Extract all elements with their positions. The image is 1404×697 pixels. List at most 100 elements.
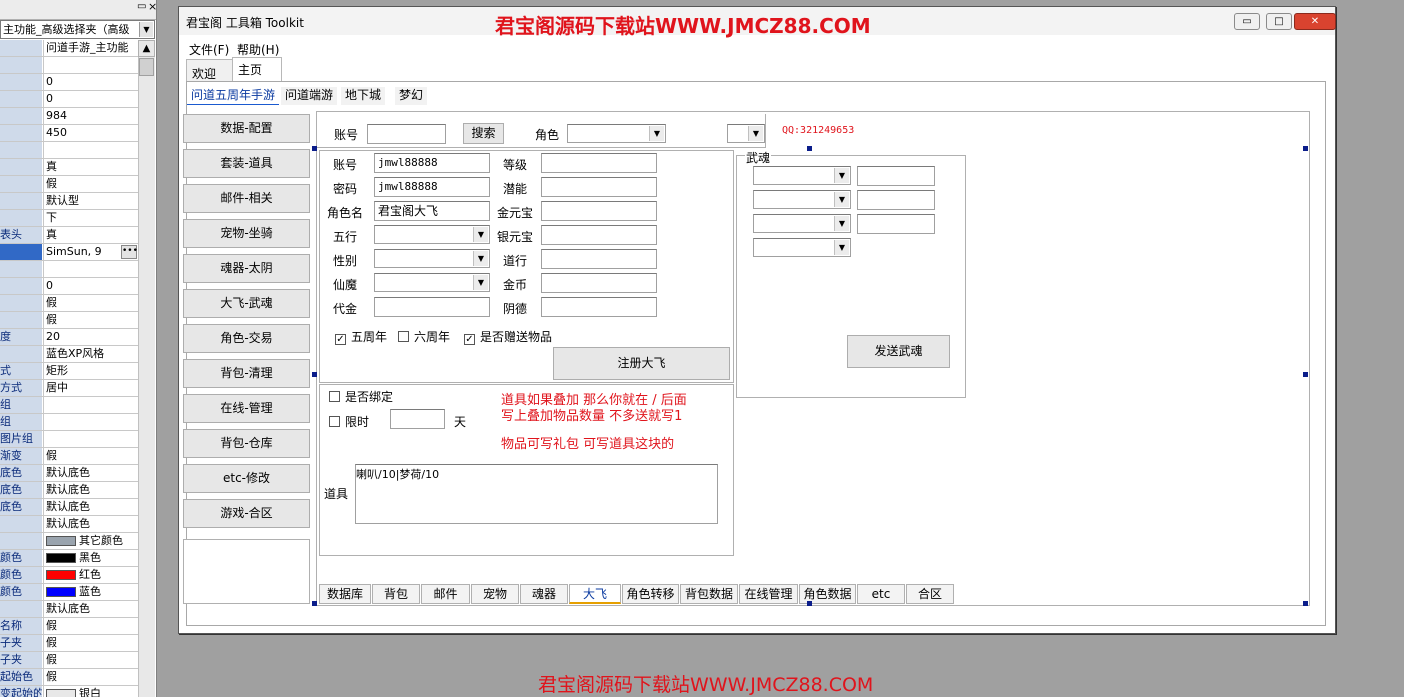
property-value[interactable]: 银白 [43,686,138,697]
property-row[interactable]: 图片组 [0,431,138,448]
register-button[interactable]: 注册大飞 [553,347,730,380]
minimize-button[interactable]: ▭ [1234,13,1260,30]
property-scrollbar[interactable] [138,40,155,697]
property-value[interactable]: 蓝色 [43,584,138,600]
nav-button[interactable]: 在线-管理 [183,394,310,423]
property-row[interactable]: 颜色 红色 [0,567,138,584]
wuhun-input-2[interactable] [857,190,935,210]
property-row[interactable]: 其它颜色 [0,533,138,550]
subtab-menghuan[interactable]: 梦幻 [395,87,428,105]
nav-button[interactable]: 游戏-合区 [183,499,310,528]
wuhun-select-4[interactable]: ▼ [753,238,851,257]
chk-6th-anniversary[interactable]: 六周年 [398,328,450,345]
property-value[interactable]: 假 [43,448,138,464]
property-value[interactable]: 问道手游_主功能 [43,40,138,56]
property-row[interactable]: 下 [0,210,138,227]
property-value[interactable]: 984 [43,108,138,124]
property-value[interactable]: 默认底色 [43,516,138,532]
property-row[interactable]: 式矩形 [0,363,138,380]
daijin-input[interactable] [374,297,490,317]
property-value[interactable]: SimSun, 9 ••• [43,244,138,260]
selection-handle[interactable] [312,372,317,377]
potential-input[interactable] [541,177,657,197]
property-value[interactable]: 默认底色 [43,499,138,515]
items-textarea[interactable]: 喇叭/10|梦荷/10 [355,464,718,524]
gold-yuanbao-input[interactable] [541,201,657,221]
property-row[interactable]: 名称假 [0,618,138,635]
wuhun-input-1[interactable] [857,166,935,186]
object-selector[interactable]: 主功能_高级选择夹（高级 ▼ [0,20,155,39]
property-row[interactable]: 0 [0,91,138,108]
bottom-tab[interactable]: 魂器 [520,584,568,604]
bottom-tab[interactable]: 在线管理 [739,584,798,604]
nav-button[interactable]: 魂器-太阴 [183,254,310,283]
bottom-tab[interactable]: 合区 [906,584,954,604]
account-input[interactable]: jmwl88888 [374,153,490,173]
bottom-tab[interactable]: etc [857,584,905,604]
property-value[interactable]: 假 [43,176,138,192]
property-value[interactable]: 0 [43,91,138,107]
selection-handle[interactable] [1303,372,1308,377]
property-value[interactable]: 默认型 [43,193,138,209]
wuhun-input-3[interactable] [857,214,935,234]
property-row[interactable]: 表头真 [0,227,138,244]
title-bar[interactable]: 君宝阁 工具箱 Toolkit 君宝阁源码下载站WWW.JMCZ88.COM ▭… [179,7,1336,38]
property-row[interactable]: 真 [0,159,138,176]
property-value[interactable]: 矩形 [43,363,138,379]
property-row[interactable]: 起始色假 [0,669,138,686]
nav-button[interactable]: etc-修改 [183,464,310,493]
coin-input[interactable] [541,273,657,293]
bottom-tab[interactable]: 宠物 [471,584,519,604]
property-row[interactable]: 颜色 蓝色 [0,584,138,601]
property-value[interactable]: 居中 [43,380,138,396]
days-input[interactable] [390,409,445,429]
property-row[interactable]: 假 [0,295,138,312]
yinde-input[interactable] [541,297,657,317]
property-row[interactable]: 默认底色 [0,601,138,618]
selection-handle[interactable] [312,601,317,606]
property-row[interactable]: 0 [0,74,138,91]
chk-5th-anniversary[interactable]: ✓ 五周年 [335,328,387,345]
nav-button[interactable]: 大飞-武魂 [183,289,310,318]
property-value[interactable]: 默认底色 [43,482,138,498]
property-row[interactable] [0,142,138,159]
selection-handle[interactable] [1303,601,1308,606]
property-row[interactable]: 984 [0,108,138,125]
property-row[interactable]: SimSun, 9 ••• [0,244,138,261]
nav-button[interactable]: 宠物-坐骑 [183,219,310,248]
property-row[interactable]: 度 20 [0,329,138,346]
property-value[interactable]: 假 [43,652,138,668]
property-row[interactable]: 变起始的 银白 [0,686,138,697]
property-row[interactable]: 子夹假 [0,652,138,669]
property-value[interactable]: 20 [43,329,138,345]
search-button[interactable]: 搜索 [463,123,504,144]
tab-home[interactable]: 主页 [232,57,282,82]
property-value[interactable]: 默认底色 [43,465,138,481]
scroll-thumb[interactable] [139,58,154,76]
gender-select[interactable]: ▼ [374,249,490,268]
search-role-select[interactable]: ▼ [567,124,666,143]
property-row[interactable]: 底色 默认底色 [0,499,138,516]
chk-send-gift[interactable]: ✓ 是否赠送物品 [464,328,552,345]
wuhun-select-3[interactable]: ▼ [753,214,851,233]
nav-button[interactable]: 角色-交易 [183,324,310,353]
property-value[interactable]: 蓝色XP风格 [43,346,138,362]
selection-handle[interactable] [1303,146,1308,151]
property-row[interactable]: 渐变假 [0,448,138,465]
property-value[interactable] [43,261,138,277]
xianmo-select[interactable]: ▼ [374,273,490,292]
property-row[interactable]: 底色 默认底色 [0,465,138,482]
property-value[interactable] [43,397,138,413]
property-row[interactable]: 颜色 黑色 [0,550,138,567]
bottom-tab[interactable]: 大飞 [569,584,621,604]
property-row[interactable]: 组 [0,397,138,414]
property-row[interactable]: 默认型 [0,193,138,210]
property-value[interactable]: 0 [43,74,138,90]
property-value[interactable]: 假 [43,635,138,651]
property-value[interactable]: 真 [43,159,138,175]
close-icon[interactable]: × [148,0,156,13]
nav-button[interactable]: 数据-配置 [183,114,310,143]
property-value[interactable]: 下 [43,210,138,226]
property-row[interactable]: 方式 居中 [0,380,138,397]
property-value[interactable]: 其它颜色 [43,533,138,549]
